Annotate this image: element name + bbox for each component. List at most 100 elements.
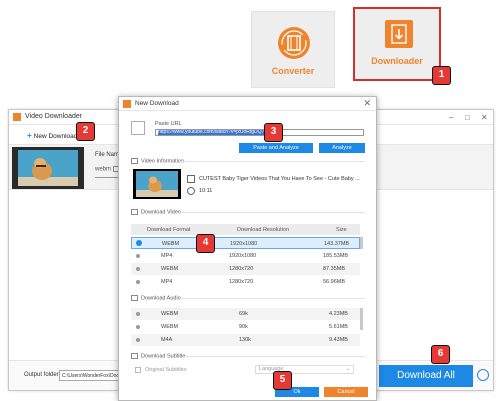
radio-icon xyxy=(136,338,140,342)
col-format: Download Format xyxy=(147,227,191,233)
row-resolution: 1920x1080 xyxy=(229,253,257,259)
row-format: WEBM xyxy=(161,311,179,317)
row-size: 143.37MB xyxy=(324,241,350,247)
new-download-button[interactable]: + New Download xyxy=(27,131,77,140)
row-format: WEBM xyxy=(161,266,179,272)
close-icon[interactable]: ✕ xyxy=(481,113,488,122)
radio-icon xyxy=(136,267,140,271)
video-row-2[interactable]: MP4 1920x1080 185.53MB xyxy=(131,250,360,262)
radio-icon xyxy=(136,280,140,284)
step-badge-5: 5 xyxy=(273,371,292,390)
dialog-app-icon xyxy=(123,100,131,108)
window-title: Video Downloader xyxy=(25,113,83,120)
download-audio-label: Download Audio xyxy=(141,295,181,302)
audio-scrollbar[interactable] xyxy=(360,308,363,330)
analyze-label: Analyze xyxy=(332,145,352,151)
download-subtitle-label: Download Subtitle xyxy=(141,353,186,360)
video-thumbnail xyxy=(12,147,84,189)
alarm-clock-icon[interactable] xyxy=(477,369,489,381)
dialog-close-icon[interactable]: ✕ xyxy=(363,98,371,109)
step-badge-6: 6 xyxy=(431,345,450,364)
col-resolution: Download Resolution xyxy=(237,227,289,233)
row-format: M4A xyxy=(161,337,173,343)
selected-radio-icon xyxy=(136,240,142,246)
col-size: Size xyxy=(336,227,347,233)
url-input[interactable]: https://www.youtube.com/watch?v=jxUoRtgD… xyxy=(155,129,364,136)
row-size: 185.53MB xyxy=(323,253,349,259)
audio-row-1[interactable]: WEBM 69k 4.23MB xyxy=(131,308,360,320)
video-row-1[interactable]: WEBM 1920x1080 143.37MB xyxy=(131,237,360,249)
converter-label: Converter xyxy=(271,66,315,76)
minimize-icon[interactable]: – xyxy=(449,113,453,122)
clock-icon xyxy=(187,187,195,195)
dialog-titlebar: New Download ✕ xyxy=(119,97,376,111)
video-icon xyxy=(131,209,138,215)
download-subtitle-header: Download Subtitle xyxy=(131,353,185,359)
output-folder-label: Output folder: xyxy=(24,372,61,378)
step-badge-2: 2 xyxy=(76,122,95,141)
maximize-icon[interactable]: □ xyxy=(465,113,470,122)
audio-row-2[interactable]: WEBM 90k 5.61MB xyxy=(131,321,360,333)
row-size: 5.61MB xyxy=(329,324,348,330)
output-folder-input[interactable]: C:\Users\WonderFox\Docum xyxy=(59,370,123,381)
row-size: 9.43MB xyxy=(329,337,348,343)
download-video-label: Download Video xyxy=(141,209,181,216)
radio-icon xyxy=(136,312,140,316)
audio-row-3[interactable]: M4A 130k 9.43MB xyxy=(131,334,360,346)
new-download-dialog: New Download ✕ Paste URL https://www.you… xyxy=(118,96,377,401)
row-bitrate: 90k xyxy=(239,324,248,330)
url-value: https://www.youtube.com/watch?v=jxUoRtgD… xyxy=(158,129,268,135)
downloader-label: Downloader xyxy=(371,56,423,66)
row-resolution: 1920x1080 xyxy=(230,241,258,247)
converter-tile[interactable]: Converter xyxy=(251,11,335,88)
row-resolution: 1280x720 xyxy=(229,266,254,272)
step-badge-3: 3 xyxy=(264,123,283,142)
downloader-tile[interactable]: Downloader xyxy=(353,7,441,81)
plus-icon: + xyxy=(27,131,32,140)
download-all-button[interactable]: Download All xyxy=(379,365,473,387)
video-info-label: Video Information xyxy=(141,158,185,165)
original-subtitles-checkbox[interactable] xyxy=(135,367,141,373)
row-format: MP4 xyxy=(161,279,173,285)
info-icon xyxy=(131,158,138,164)
new-download-label: New Download xyxy=(33,133,78,140)
original-subtitles-label: Original Subtitles xyxy=(145,367,187,373)
radio-icon xyxy=(136,325,140,329)
format-label: webm xyxy=(95,166,112,173)
row-size: 56.96MB xyxy=(323,279,346,285)
clipboard-icon xyxy=(131,121,145,135)
step-badge-1: 1 xyxy=(432,66,451,85)
format-indicator: webm xyxy=(95,166,120,173)
cancel-button[interactable]: Cancel xyxy=(324,387,368,397)
video-scrollbar[interactable] xyxy=(360,237,363,249)
row-resolution: 1280x720 xyxy=(229,279,254,285)
video-row-3[interactable]: WEBM 1280x720 87.35MB xyxy=(131,263,360,275)
row-format: MP4 xyxy=(161,253,173,259)
analyze-button[interactable]: Analyze xyxy=(319,143,365,153)
paste-url-label: Paste URL xyxy=(155,121,182,127)
video-title: CUTEST Baby Tiger Videos That You Have T… xyxy=(199,176,360,182)
radio-icon xyxy=(136,254,140,258)
video-info-header: Video Information xyxy=(131,158,184,164)
document-icon xyxy=(187,175,195,183)
cancel-label: Cancel xyxy=(337,389,355,395)
row-size: 87.35MB xyxy=(323,266,346,272)
row-bitrate: 69k xyxy=(239,311,248,317)
row-format: WEBM xyxy=(161,324,179,330)
chevron-down-icon: ⌄ xyxy=(345,366,350,372)
dialog-video-thumbnail xyxy=(133,169,181,199)
paste-and-analyze-button[interactable]: Paste and Analyze xyxy=(239,143,313,153)
paste-analyze-label: Paste and Analyze xyxy=(253,145,299,151)
row-bitrate: 130k xyxy=(239,337,251,343)
download-video-header: Download Video xyxy=(131,209,181,215)
row-size: 4.23MB xyxy=(329,311,348,317)
video-table-header: Download Format Download Resolution Size xyxy=(131,224,360,235)
language-select[interactable]: Language ⌄ xyxy=(255,365,354,374)
subtitle-icon xyxy=(131,353,138,359)
video-row-4[interactable]: MP4 1280x720 56.96MB xyxy=(131,276,360,288)
step-badge-4: 4 xyxy=(196,234,215,253)
ok-label: Ok xyxy=(293,389,301,395)
video-duration: 10:11 xyxy=(199,188,213,194)
download-audio-header: Download Audio xyxy=(131,295,181,301)
converter-icon xyxy=(278,27,310,59)
